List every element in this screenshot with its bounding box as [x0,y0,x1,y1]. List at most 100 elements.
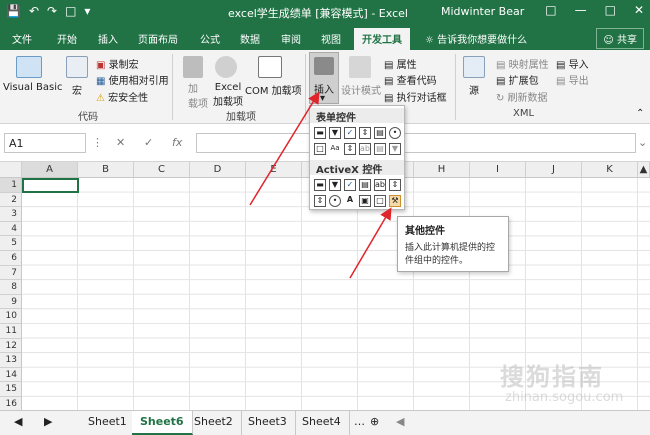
tab-home[interactable]: 开始 [57,31,77,46]
maximize-icon[interactable]: □ [605,3,616,17]
column-header[interactable]: E [246,162,302,178]
row-header[interactable]: 3 [0,207,22,222]
expansion-packs-button[interactable]: ▤ 扩展包 [496,72,539,87]
row-header[interactable]: 8 [0,280,22,295]
groupbox-control-icon[interactable]: □ [314,143,326,155]
ribbon-display-icon[interactable]: □ [545,3,556,17]
row-header[interactable]: 2 [0,192,22,208]
com-addins-button[interactable]: COM 加载项 [245,82,302,97]
sheet-tab[interactable]: Sheet1 [80,411,136,435]
row-header[interactable]: 1 [0,178,22,193]
customize-qat-icon[interactable]: ▾ [84,4,90,18]
label-control-icon[interactable]: Aa [329,143,341,155]
activex-scrollbar-icon[interactable]: ⇕ [389,179,401,191]
share-button[interactable]: ☺ 共享 [596,28,644,49]
view-code-button[interactable]: ▤ 查看代码 [384,72,437,87]
macro-security-button[interactable]: ⚠ 宏安全性 [96,89,148,104]
redo-icon[interactable]: ↷ [47,4,57,18]
next-sheet-icon[interactable]: ▶ [36,411,60,435]
visual-basic-button[interactable]: Visual Basic [3,82,63,93]
activex-image-icon[interactable]: ▣ [359,195,371,207]
more-controls-icon[interactable]: ⚒ [389,195,401,207]
tab-formulas[interactable]: 公式 [200,31,220,46]
button-control-icon[interactable]: ▬ [314,127,326,139]
row-header[interactable]: 6 [0,251,22,266]
active-cell-a1[interactable] [22,178,79,193]
column-header[interactable]: J [526,162,582,178]
cancel-icon[interactable]: ✕ [116,136,125,149]
sheet-tab[interactable]: Sheet4 [294,411,350,435]
refresh-data-button[interactable]: ↻ 刷新数据 [496,89,548,104]
combo-list-control-icon[interactable]: ▤ [374,143,386,155]
column-header[interactable]: H [414,162,470,178]
listbox-control-icon[interactable]: ▤ [374,127,386,139]
combo-drop-control-icon[interactable]: ▼ [389,143,401,155]
tab-data[interactable]: 数据 [240,31,260,46]
name-box[interactable]: A1 [4,133,86,153]
tab-page-layout[interactable]: 页面布局 [138,31,178,46]
row-header[interactable]: 12 [0,338,22,354]
activex-button-icon[interactable]: ▬ [314,179,326,191]
checkbox-control-icon[interactable]: ✓ [344,127,356,139]
expand-formula-icon[interactable]: ⌄ [638,136,647,149]
record-macro-button[interactable]: ▣ 录制宏 [96,56,139,71]
activex-combobox-icon[interactable]: ▼ [329,179,341,191]
sheet-tab-active[interactable]: Sheet6 [132,411,193,435]
tab-developer[interactable]: 开发工具 [354,28,410,50]
spinner-control-icon[interactable]: ⇕ [359,127,371,139]
sheet-tab[interactable]: Sheet2 [186,411,242,435]
tab-view[interactable]: 视图 [321,31,341,46]
properties-button[interactable]: ▤ 属性 [384,56,417,71]
column-header[interactable]: A [22,162,78,178]
xml-source-button[interactable]: 源 [469,82,479,97]
activex-label-icon[interactable]: A [344,195,356,207]
select-all-corner[interactable] [0,162,22,178]
map-properties-button[interactable]: ▤ 映射属性 [496,56,549,71]
tab-review[interactable]: 审阅 [281,31,301,46]
scrollbar-control-icon[interactable]: ⇕ [344,143,356,155]
user-name[interactable]: Midwinter Bear [441,5,524,18]
add-sheet-icon[interactable]: ⊕ [362,411,387,435]
undo-icon[interactable]: ↶ [29,4,39,18]
row-header[interactable]: 14 [0,367,22,383]
addins-button[interactable]: 加载项 [188,80,208,110]
column-header[interactable]: D [190,162,246,178]
tab-file[interactable]: 文件 [12,31,32,46]
formula-input[interactable] [196,133,636,153]
activex-toggle-icon[interactable]: □ [374,195,386,207]
collapse-ribbon-icon[interactable]: ⌃ [636,108,644,119]
horizontal-scrollbar[interactable]: ◀ [388,411,412,435]
import-button[interactable]: ▤ 导入 [556,56,589,71]
insert-function-button[interactable]: fx [172,136,182,149]
option-button-control-icon[interactable]: • [389,127,401,139]
prev-sheet-icon[interactable]: ◀ [6,411,30,435]
activex-checkbox-icon[interactable]: ✓ [344,179,356,191]
tab-insert[interactable]: 插入 [98,31,118,46]
activex-spin-icon[interactable]: ⇕ [314,195,326,207]
macros-button[interactable]: 宏 [72,82,82,97]
column-header[interactable]: B [78,162,134,178]
row-header[interactable]: 7 [0,265,22,281]
combobox-control-icon[interactable]: ▼ [329,127,341,139]
column-header[interactable]: I [470,162,526,178]
vertical-scrollbar[interactable]: ▲ [638,162,650,178]
sheet-tab[interactable]: Sheet3 [240,411,296,435]
save-icon[interactable]: 💾 [6,4,21,18]
activex-option-icon[interactable]: • [329,195,341,207]
tell-me-search[interactable]: ☼ 告诉我你想要做什么 [425,31,527,46]
run-dialog-button[interactable]: ▤ 执行对话框 [384,89,447,104]
row-header[interactable]: 13 [0,353,22,368]
row-header[interactable]: 10 [0,309,22,324]
close-icon[interactable]: ✕ [634,3,644,17]
row-header[interactable]: 16 [0,397,22,410]
activex-listbox-icon[interactable]: ▤ [359,179,371,191]
insert-control-button[interactable]: 插入 ▾ [309,52,339,104]
relative-reference-button[interactable]: ▦ 使用相对引用 [96,72,169,87]
column-header[interactable]: K [582,162,638,178]
textfield-control-icon[interactable]: ab [359,143,371,155]
row-header[interactable]: 4 [0,221,22,237]
row-header[interactable]: 5 [0,236,22,251]
row-header[interactable]: 9 [0,294,22,310]
design-mode-button[interactable]: 设计模式 [341,82,381,97]
export-button[interactable]: ▤ 导出 [556,72,589,87]
